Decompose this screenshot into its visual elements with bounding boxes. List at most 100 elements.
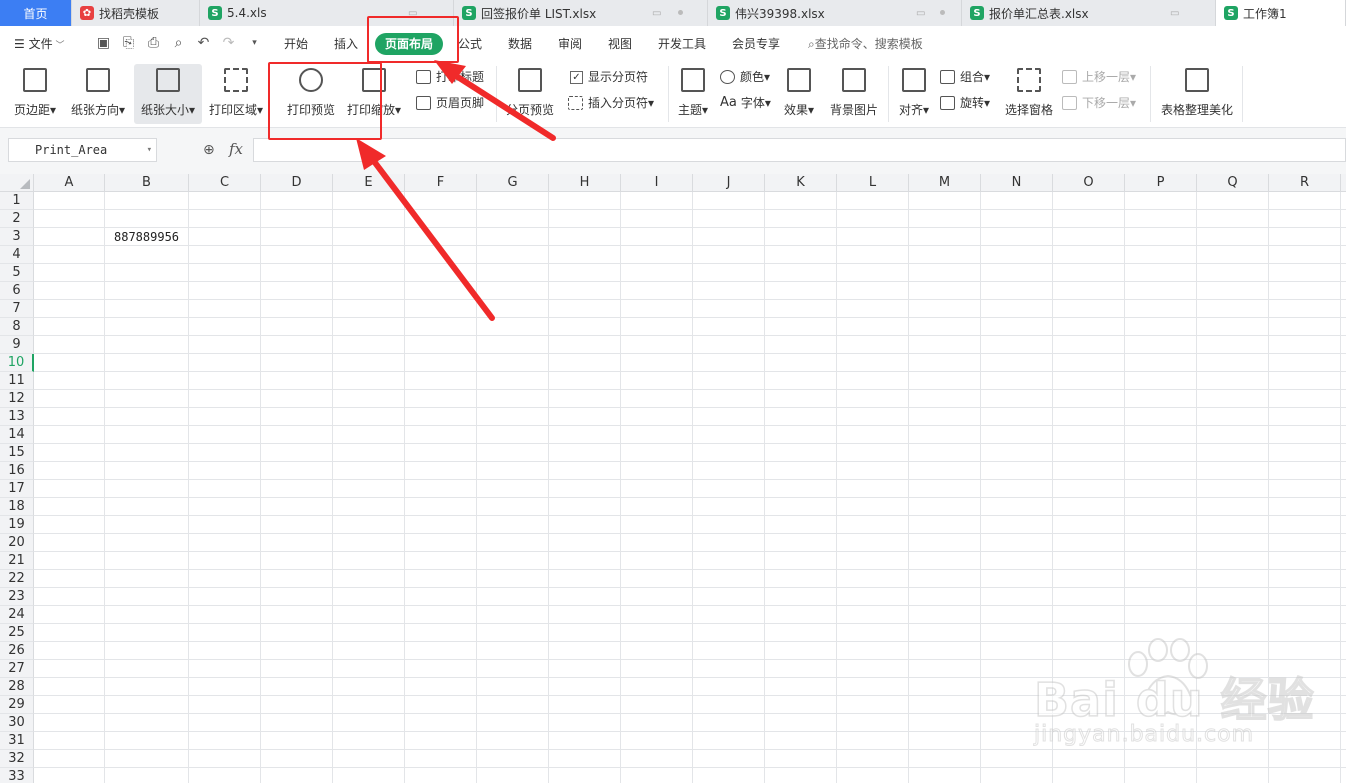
row-header-7[interactable]: 7 bbox=[0, 300, 34, 318]
menu-formula[interactable]: 公式 bbox=[458, 26, 482, 62]
customize-chevron-icon[interactable]: ▾ bbox=[246, 35, 263, 52]
cell-b3[interactable]: 887889956 bbox=[114, 230, 179, 244]
row-header-29[interactable]: 29 bbox=[0, 696, 34, 714]
row-header-21[interactable]: 21 bbox=[0, 552, 34, 570]
row-header-8[interactable]: 8 bbox=[0, 318, 34, 336]
print-icon[interactable]: ⎙ bbox=[145, 35, 162, 52]
monitor-icon[interactable]: ▭ bbox=[1170, 8, 1179, 19]
print-area-button[interactable]: 打印区域▾ bbox=[204, 64, 268, 124]
row-header-30[interactable]: 30 bbox=[0, 714, 34, 732]
menu-developer[interactable]: 开发工具 bbox=[658, 26, 706, 62]
row-header-11[interactable]: 11 bbox=[0, 372, 34, 390]
row-header-4[interactable]: 4 bbox=[0, 246, 34, 264]
menu-page-layout[interactable]: 页面布局 bbox=[375, 33, 444, 55]
column-header-n[interactable]: N bbox=[981, 174, 1053, 192]
zoom-search-icon[interactable]: ⊕ bbox=[203, 142, 215, 158]
column-header-a[interactable]: A bbox=[34, 174, 105, 192]
margins-button[interactable]: 页边距▾ bbox=[8, 64, 62, 124]
show-page-breaks-checkbox[interactable]: ✓ 显示分页符 bbox=[570, 66, 648, 88]
select-all-corner[interactable] bbox=[0, 174, 34, 192]
align-button[interactable]: 对齐▾ bbox=[894, 64, 934, 124]
menu-start[interactable]: 开始 bbox=[284, 26, 308, 62]
row-header-2[interactable]: 2 bbox=[0, 210, 34, 228]
row-header-12[interactable]: 12 bbox=[0, 390, 34, 408]
redo-icon[interactable]: ↷ bbox=[220, 35, 237, 52]
row-header-26[interactable]: 26 bbox=[0, 642, 34, 660]
command-search[interactable]: ⌕查找命令、搜索模板 bbox=[808, 26, 923, 62]
row-header-6[interactable]: 6 bbox=[0, 282, 34, 300]
tab-file-5-4[interactable]: S 5.4.xls ▭ bbox=[200, 0, 454, 26]
column-header-i[interactable]: I bbox=[621, 174, 693, 192]
row-header-24[interactable]: 24 bbox=[0, 606, 34, 624]
bring-forward-button[interactable]: 上移一层 ▾ bbox=[1062, 66, 1136, 88]
table-beautify-button[interactable]: 表格整理美化 bbox=[1156, 64, 1238, 124]
column-header-h[interactable]: H bbox=[549, 174, 621, 192]
menu-review[interactable]: 审阅 bbox=[558, 26, 582, 62]
row-header-20[interactable]: 20 bbox=[0, 534, 34, 552]
column-header-f[interactable]: F bbox=[405, 174, 477, 192]
monitor-icon[interactable]: ▭ bbox=[408, 8, 417, 19]
row-header-5[interactable]: 5 bbox=[0, 264, 34, 282]
selection-pane-button[interactable]: 选择窗格 bbox=[1002, 64, 1056, 124]
row-header-14[interactable]: 14 bbox=[0, 426, 34, 444]
paper-size-button[interactable]: 纸张大小▾ bbox=[134, 64, 202, 124]
print-scale-button[interactable]: 打印缩放▾ bbox=[342, 64, 406, 124]
spreadsheet-grid[interactable]: 887889956 1 2 3 4 5 6 7 8 9 10 11 12 13 14 15 16 17 18 19 2… bbox=[0, 192, 1346, 783]
print-titles-button[interactable]: 打印标题 bbox=[416, 66, 484, 88]
row-header-13[interactable]: 13 bbox=[0, 408, 34, 426]
monitor-icon[interactable]: ▭ bbox=[916, 8, 925, 19]
formula-input[interactable] bbox=[253, 138, 1346, 162]
column-header-o[interactable]: O bbox=[1053, 174, 1125, 192]
row-header-33[interactable]: 33 bbox=[0, 768, 34, 783]
column-header-c[interactable]: C bbox=[189, 174, 261, 192]
group-button[interactable]: 组合 ▾ bbox=[940, 66, 990, 88]
row-header-15[interactable]: 15 bbox=[0, 444, 34, 462]
row-header-23[interactable]: 23 bbox=[0, 588, 34, 606]
row-header-22[interactable]: 22 bbox=[0, 570, 34, 588]
colors-button[interactable]: 颜色 ▾ bbox=[720, 66, 770, 88]
column-header-b[interactable]: B bbox=[105, 174, 189, 192]
column-header-d[interactable]: D bbox=[261, 174, 333, 192]
background-image-button[interactable]: 背景图片 bbox=[826, 64, 882, 124]
print-preview-button[interactable]: 打印预览 bbox=[282, 64, 340, 124]
row-header-18[interactable]: 18 bbox=[0, 498, 34, 516]
menu-data[interactable]: 数据 bbox=[508, 26, 532, 62]
row-header-25[interactable]: 25 bbox=[0, 624, 34, 642]
row-header-10[interactable]: 10 bbox=[0, 354, 34, 372]
menu-insert[interactable]: 插入 bbox=[334, 26, 358, 62]
tab-file-list[interactable]: S 回签报价单 LIST.xlsx ▭ bbox=[454, 0, 708, 26]
column-header-l[interactable]: L bbox=[837, 174, 909, 192]
theme-button[interactable]: 主题▾ bbox=[674, 64, 712, 124]
fx-label[interactable]: fx bbox=[229, 140, 243, 158]
column-header-q[interactable]: Q bbox=[1197, 174, 1269, 192]
tab-workbook1[interactable]: S 工作簿1 bbox=[1216, 0, 1346, 26]
column-header-j[interactable]: J bbox=[693, 174, 765, 192]
name-box[interactable]: Print_Area ▾ bbox=[8, 138, 157, 162]
column-header-m[interactable]: M bbox=[909, 174, 981, 192]
row-header-31[interactable]: 31 bbox=[0, 732, 34, 750]
undo-icon[interactable]: ↶ bbox=[195, 35, 212, 52]
column-header-r[interactable]: R bbox=[1269, 174, 1341, 192]
tab-file-weixing[interactable]: S 伟兴39398.xlsx ▭ bbox=[708, 0, 962, 26]
row-header-27[interactable]: 27 bbox=[0, 660, 34, 678]
monitor-icon[interactable]: ▭ bbox=[652, 8, 661, 19]
column-header-e[interactable]: E bbox=[333, 174, 405, 192]
rotate-button[interactable]: 旋转 ▾ bbox=[940, 92, 990, 114]
tab-template[interactable]: ✿ 找稻壳模板 bbox=[72, 0, 200, 26]
page-break-preview-button[interactable]: 分页预览 bbox=[502, 64, 558, 124]
fonts-button[interactable]: Aa 字体 ▾ bbox=[720, 92, 771, 114]
menu-view[interactable]: 视图 bbox=[608, 26, 632, 62]
print-preview-icon[interactable]: ⌕ bbox=[170, 35, 187, 52]
tab-home[interactable]: 首页 bbox=[0, 0, 72, 26]
row-header-1[interactable]: 1 bbox=[0, 192, 34, 210]
send-backward-button[interactable]: 下移一层 ▾ bbox=[1062, 92, 1136, 114]
column-header-k[interactable]: K bbox=[765, 174, 837, 192]
orientation-button[interactable]: 纸张方向▾ bbox=[66, 64, 130, 124]
row-header-17[interactable]: 17 bbox=[0, 480, 34, 498]
column-header-g[interactable]: G bbox=[477, 174, 549, 192]
menu-member[interactable]: 会员专享 bbox=[732, 26, 780, 62]
header-footer-button[interactable]: 页眉页脚 bbox=[416, 92, 484, 114]
row-header-3[interactable]: 3 bbox=[0, 228, 34, 246]
save-icon[interactable]: ▣ bbox=[95, 35, 112, 52]
file-menu[interactable]: ☰ 文件 ﹀ bbox=[14, 26, 64, 62]
